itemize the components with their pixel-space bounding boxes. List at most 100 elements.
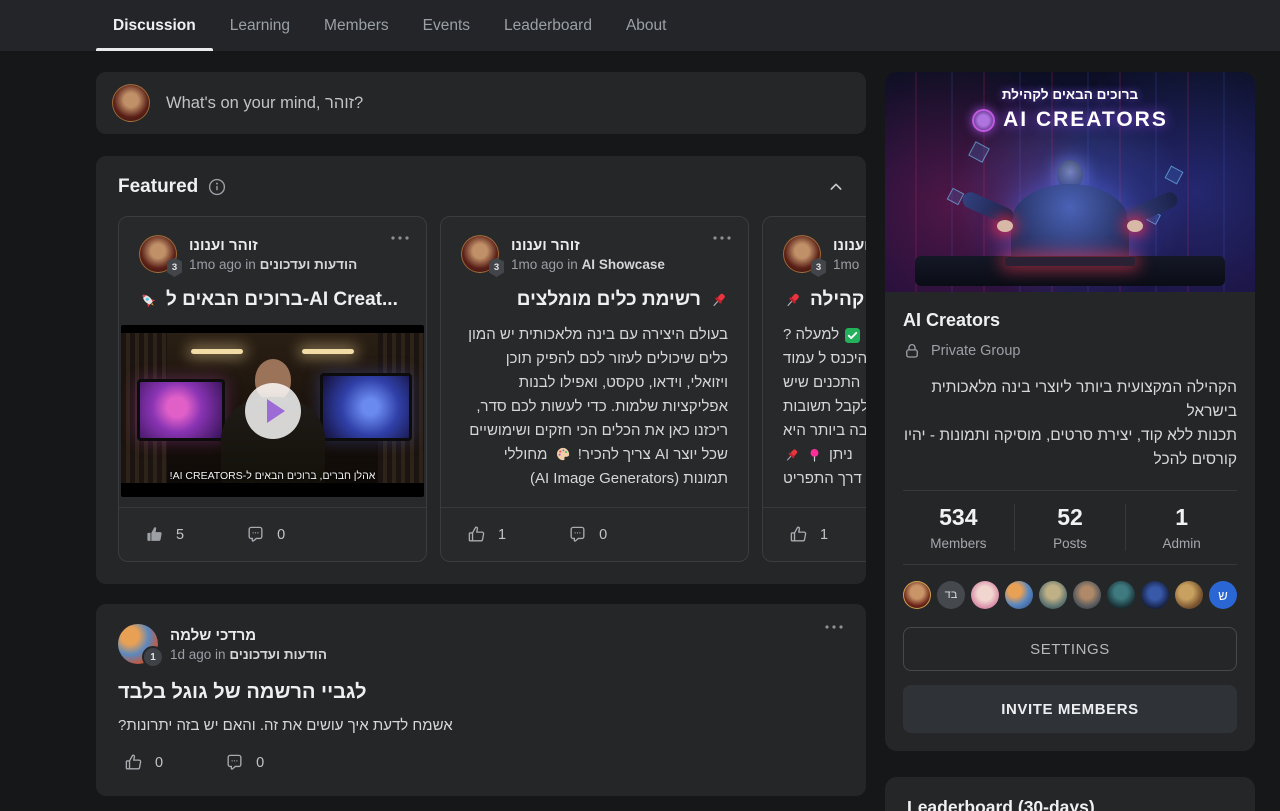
comment-count: 0 [277,527,285,543]
like-count: 1 [820,527,828,543]
pushpin-icon [709,291,728,310]
post-category[interactable]: הודעות ועדכונים [229,647,327,662]
group-privacy: Private Group [903,342,1237,360]
post-category[interactable]: הודעות ועדכונים [260,257,358,272]
thumb-up-icon [789,525,808,544]
post-composer[interactable]: What's on your mind, זוהר? [96,72,866,134]
member-avatar[interactable] [1039,581,1067,609]
settings-button[interactable]: SETTINGS [903,627,1237,671]
round-pin-icon [806,447,823,464]
check-icon [845,328,860,343]
tab-about[interactable]: About [609,0,684,51]
comment-count: 0 [599,527,607,543]
author-name[interactable]: זוהר וענונו [833,237,866,254]
level-badge: 3 [810,258,827,277]
group-banner: ברוכים הבאים לקהילת AI CREATORS [885,72,1255,292]
thumb-up-icon [467,525,486,544]
post-meta: 1mo [833,257,866,272]
community-page: Discussion Learning Members Events Leade… [0,0,1280,811]
member-avatar-initials[interactable]: ש [1209,581,1237,609]
rocket-icon [139,291,158,310]
like-count: 0 [155,755,163,771]
pushpin-icon [783,447,800,464]
featured-card-tools[interactable]: 3 זוהר וענונו 1mo ago in AI Showcase [440,216,749,562]
member-avatar[interactable] [971,581,999,609]
like-button[interactable]: 1 [789,525,828,544]
tab-members[interactable]: Members [307,0,406,51]
post-footer: 5 0 [119,507,426,561]
featured-carousel: 3 זוהר וענונו 1mo ago in הודעות ועדכונים [118,216,866,562]
post-body: אשמח לדעת איך עושים את זה. והאם יש בזה י… [118,717,844,734]
post-menu-ellipsis-icon[interactable] [712,235,732,241]
stat-members[interactable]: 534 Members [903,504,1014,551]
featured-title: Featured [118,176,198,198]
post-meta: 1mo ago in הודעות ועדכונים [189,257,357,272]
group-stats: 534 Members 52 Posts 1 Admin [903,490,1237,565]
current-user-avatar [112,84,150,122]
post-title[interactable]: קהילה [783,289,866,311]
play-button-icon[interactable] [245,383,301,439]
invite-members-button[interactable]: INVITE MEMBERS [903,685,1237,733]
group-sidebar: ברוכים הבאים לקהילת AI CREATORS AI Creat… [885,72,1255,811]
featured-card-welcome[interactable]: 3 זוהר וענונו 1mo ago in הודעות ועדכונים [118,216,427,562]
leaderboard-title: Leaderboard (30-days) [907,797,1233,811]
member-avatar[interactable] [903,581,931,609]
comment-icon [225,753,244,772]
comment-icon [246,525,265,544]
member-avatar[interactable] [1073,581,1101,609]
featured-card-guide[interactable]: 3 זוהר וענונו 1mo קהילה [762,216,866,562]
like-count: 5 [176,527,184,543]
feed-column: What's on your mind, זוהר? Featured [96,72,866,796]
post-menu-ellipsis-icon[interactable] [390,235,410,241]
post-title[interactable]: ברוכים הבאים ל-AI Creat... [139,289,406,311]
like-button[interactable]: 0 [124,753,163,772]
like-button[interactable]: 1 [467,525,506,544]
member-avatar[interactable] [1005,581,1033,609]
video-thumbnail[interactable]: אהלן חברים, ברוכים הבאים ל-AI CREATORS! [121,325,424,497]
tab-discussion[interactable]: Discussion [96,0,213,51]
level-badge: 3 [166,258,183,277]
post-category[interactable]: AI Showcase [582,257,665,272]
post-body: למעלה ? היכנס ל עמוד התכנים שיש לקבל תשו… [783,323,866,491]
comment-icon [568,525,587,544]
info-icon[interactable] [208,178,226,196]
pushpin-icon [783,291,802,310]
member-avatar-initials[interactable]: בד [937,581,965,609]
group-name: AI Creators [903,310,1237,331]
stat-admin[interactable]: 1 Admin [1125,504,1237,551]
tab-events[interactable]: Events [406,0,487,51]
collapse-chevron-up-icon[interactable] [828,179,844,195]
like-button[interactable]: 5 [145,525,184,544]
video-caption: אהלן חברים, ברוכים הבאים ל-AI CREATORS! [121,470,424,482]
post-footer: 1 [763,507,866,561]
post-meta: 1mo ago in AI Showcase [511,257,665,272]
author-name[interactable]: זוהר וענונו [511,237,665,254]
comment-button[interactable]: 0 [225,753,264,772]
banner-welcome-text: ברוכים הבאים לקהילת [885,87,1255,102]
like-count: 1 [498,527,506,543]
member-avatar[interactable] [1107,581,1135,609]
lock-icon [903,342,921,360]
tab-learning[interactable]: Learning [213,0,307,51]
group-description: הקהילה המקצועית ביותר ליוצרי בינה מלאכות… [903,376,1237,472]
level-badge: 1 [142,646,164,668]
thumb-up-icon [124,753,143,772]
post-menu-ellipsis-icon[interactable] [824,624,844,630]
comment-count: 0 [256,755,264,771]
post-footer: 1 0 [441,507,748,561]
palette-icon [555,446,571,462]
member-avatar[interactable] [1175,581,1203,609]
comment-button[interactable]: 0 [568,525,607,544]
post-google-signup[interactable]: 1 מרדכי שלמה 1d ago in הודעות ועדכונים ל… [96,604,866,796]
post-title[interactable]: רשימת כלים מומלצים [461,289,728,311]
featured-section: Featured 3 [96,156,866,584]
tab-leaderboard[interactable]: Leaderboard [487,0,609,51]
comment-button[interactable]: 0 [246,525,285,544]
author-name[interactable]: זוהר וענונו [189,237,357,254]
post-title[interactable]: לגביי הרשמה של גוגל בלבד [118,681,844,704]
composer-placeholder: What's on your mind, זוהר? [166,94,363,113]
author-name[interactable]: מרדכי שלמה [170,627,327,644]
member-avatar[interactable] [1141,581,1169,609]
stat-posts[interactable]: 52 Posts [1014,504,1126,551]
level-badge: 3 [488,258,505,277]
